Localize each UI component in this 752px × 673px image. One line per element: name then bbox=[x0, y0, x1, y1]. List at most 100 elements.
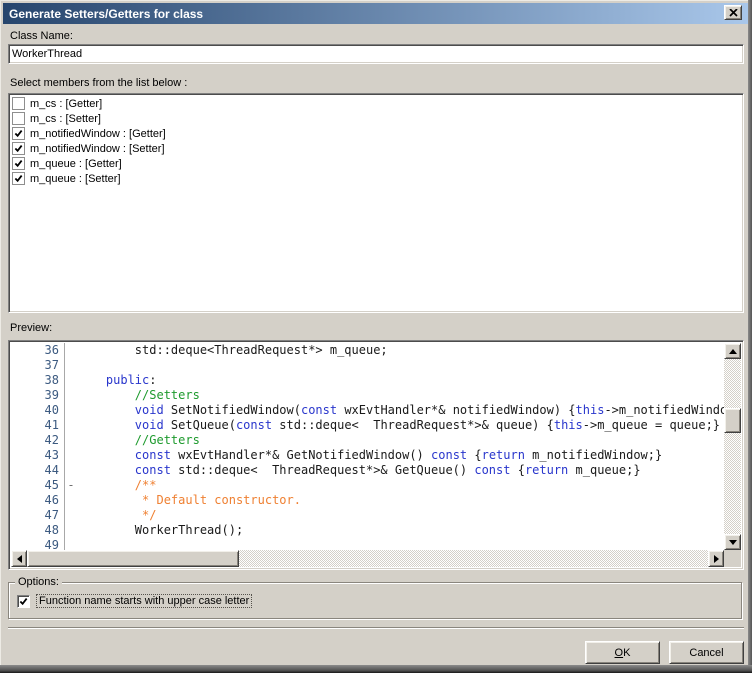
member-item[interactable]: m_cs : [Setter] bbox=[9, 111, 743, 126]
fold-marker bbox=[64, 463, 77, 478]
member-label: m_queue : [Getter] bbox=[30, 158, 122, 170]
check-icon bbox=[14, 159, 23, 168]
scrollbar-corner bbox=[724, 550, 741, 567]
arrow-down-icon bbox=[729, 540, 737, 545]
class-name-input[interactable] bbox=[8, 44, 744, 64]
line-number: 45 bbox=[11, 478, 64, 493]
code-text: void SetNotifiedWindow(const wxEvtHandle… bbox=[77, 403, 724, 418]
preview-label: Preview: bbox=[10, 322, 52, 334]
line-number: 42 bbox=[11, 433, 64, 448]
code-line: 36 std::deque<ThreadRequest*> m_queue; bbox=[11, 343, 724, 358]
horizontal-scrollbar[interactable] bbox=[11, 550, 724, 567]
line-number: 47 bbox=[11, 508, 64, 523]
options-group: Options: Function name starts with upper… bbox=[8, 582, 742, 619]
code-text: const wxEvtHandler*& GetNotifiedWindow()… bbox=[77, 448, 724, 463]
code-line: 49 bbox=[11, 538, 724, 550]
code-line: 46 * Default constructor. bbox=[11, 493, 724, 508]
arrow-right-icon bbox=[714, 555, 719, 563]
title-bar[interactable]: Generate Setters/Getters for class bbox=[3, 3, 748, 24]
fold-marker[interactable]: - bbox=[64, 478, 77, 493]
code-text: * Default constructor. bbox=[77, 493, 724, 508]
line-number: 40 bbox=[11, 403, 64, 418]
code-text: /** bbox=[77, 478, 724, 493]
line-number: 36 bbox=[11, 343, 64, 358]
class-name-label: Class Name: bbox=[10, 30, 73, 42]
close-icon bbox=[729, 9, 738, 17]
uppercase-option-row[interactable]: Function name starts with upper case let… bbox=[17, 594, 252, 608]
ok-button[interactable]: OK bbox=[585, 641, 660, 664]
code-line: 38 public: bbox=[11, 373, 724, 388]
member-item[interactable]: m_cs : [Getter] bbox=[9, 96, 743, 111]
member-item[interactable]: m_queue : [Getter] bbox=[9, 156, 743, 171]
line-number: 48 bbox=[11, 523, 64, 538]
check-icon bbox=[14, 174, 23, 183]
uppercase-checkbox[interactable] bbox=[17, 595, 30, 608]
fold-marker bbox=[64, 403, 77, 418]
arrow-left-icon bbox=[17, 555, 22, 563]
fold-marker bbox=[64, 508, 77, 523]
line-number: 37 bbox=[11, 358, 64, 373]
fold-marker bbox=[64, 433, 77, 448]
code-area: 36 std::deque<ThreadRequest*> m_queue;37… bbox=[11, 343, 724, 550]
fold-marker bbox=[64, 538, 77, 550]
code-line: 41 void SetQueue(const std::deque< Threa… bbox=[11, 418, 724, 433]
member-checkbox[interactable] bbox=[12, 142, 25, 155]
members-checklist[interactable]: m_cs : [Getter]m_cs : [Setter]m_notified… bbox=[8, 93, 744, 313]
scroll-up-button[interactable] bbox=[724, 343, 741, 359]
code-line: 44 const std::deque< ThreadRequest*>& Ge… bbox=[11, 463, 724, 478]
vertical-scrollbar[interactable] bbox=[724, 343, 741, 550]
code-line: 47 */ bbox=[11, 508, 724, 523]
code-preview-editor[interactable]: 36 std::deque<ThreadRequest*> m_queue;37… bbox=[8, 340, 744, 570]
member-checkbox[interactable] bbox=[12, 112, 25, 125]
scroll-right-button[interactable] bbox=[708, 550, 724, 567]
frame-edge-top bbox=[0, 0, 752, 1]
member-checkbox[interactable] bbox=[12, 157, 25, 170]
line-number: 39 bbox=[11, 388, 64, 403]
code-line: 43 const wxEvtHandler*& GetNotifiedWindo… bbox=[11, 448, 724, 463]
code-line: 40 void SetNotifiedWindow(const wxEvtHan… bbox=[11, 403, 724, 418]
divider-line bbox=[8, 627, 744, 628]
line-number: 49 bbox=[11, 538, 64, 550]
fold-marker bbox=[64, 493, 77, 508]
options-group-label: Options: bbox=[15, 576, 62, 588]
window-title: Generate Setters/Getters for class bbox=[9, 7, 203, 21]
frame-edge-left bbox=[0, 0, 1, 673]
member-label: m_cs : [Setter] bbox=[30, 113, 101, 125]
member-checkbox[interactable] bbox=[12, 172, 25, 185]
select-members-label: Select members from the list below : bbox=[10, 77, 187, 89]
line-number: 46 bbox=[11, 493, 64, 508]
fold-marker bbox=[64, 343, 77, 358]
horizontal-scroll-thumb[interactable] bbox=[27, 550, 239, 567]
cancel-button[interactable]: Cancel bbox=[669, 641, 744, 664]
scroll-left-button[interactable] bbox=[11, 550, 27, 567]
fold-marker bbox=[64, 358, 77, 373]
code-line: 39 //Setters bbox=[11, 388, 724, 403]
scroll-down-button[interactable] bbox=[724, 534, 741, 550]
code-text: */ bbox=[77, 508, 724, 523]
fold-marker bbox=[64, 448, 77, 463]
member-checkbox[interactable] bbox=[12, 97, 25, 110]
code-line: 45- /** bbox=[11, 478, 724, 493]
member-checkbox[interactable] bbox=[12, 127, 25, 140]
member-item[interactable]: m_notifiedWindow : [Getter] bbox=[9, 126, 743, 141]
vertical-scroll-thumb[interactable] bbox=[724, 408, 741, 433]
fold-marker bbox=[64, 373, 77, 388]
fold-marker bbox=[64, 418, 77, 433]
line-number: 44 bbox=[11, 463, 64, 478]
code-text: //Setters bbox=[77, 388, 724, 403]
check-icon bbox=[14, 144, 23, 153]
line-number: 38 bbox=[11, 373, 64, 388]
code-text: public: bbox=[77, 373, 724, 388]
check-icon bbox=[19, 597, 28, 606]
code-text bbox=[77, 358, 724, 373]
frame-edge-bottom bbox=[0, 665, 752, 673]
generate-setters-getters-dialog: Generate Setters/Getters for class Class… bbox=[0, 0, 752, 673]
member-item[interactable]: m_queue : [Setter] bbox=[9, 171, 743, 186]
uppercase-checkbox-label[interactable]: Function name starts with upper case let… bbox=[36, 594, 252, 608]
member-label: m_queue : [Setter] bbox=[30, 173, 121, 185]
member-label: m_notifiedWindow : [Setter] bbox=[30, 143, 165, 155]
member-item[interactable]: m_notifiedWindow : [Setter] bbox=[9, 141, 743, 156]
code-text bbox=[77, 538, 724, 550]
close-button[interactable] bbox=[724, 5, 742, 20]
code-text: //Getters bbox=[77, 433, 724, 448]
